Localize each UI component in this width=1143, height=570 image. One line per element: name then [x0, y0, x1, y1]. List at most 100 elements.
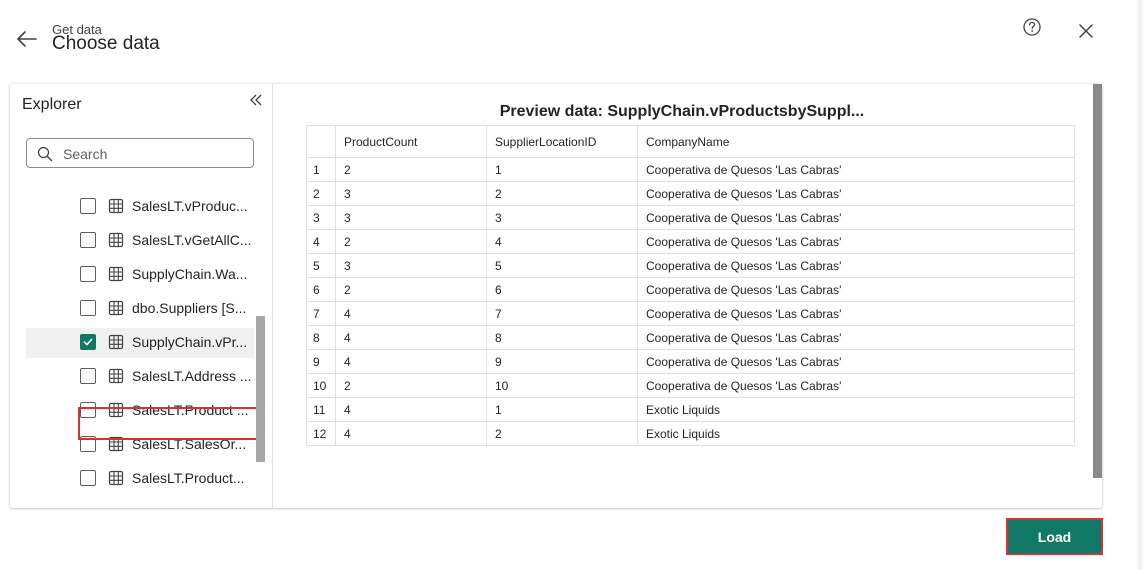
table-cell: 2	[335, 277, 487, 302]
table-cell: 2	[486, 181, 638, 206]
table-row: 8 4 8 Cooperativa de Quesos 'Las Cabras'	[306, 325, 1075, 350]
table-cell: Cooperativa de Quesos 'Las Cabras'	[637, 229, 1075, 254]
search-box[interactable]	[26, 138, 254, 168]
row-number: 9	[306, 349, 336, 374]
collapse-explorer-button[interactable]	[248, 92, 264, 108]
table-icon	[108, 334, 124, 350]
column-header: ProductCount	[335, 125, 487, 158]
table-cell: 5	[486, 253, 638, 278]
search-icon	[37, 146, 53, 162]
table-row: 3 3 3 Cooperativa de Quesos 'Las Cabras'	[306, 205, 1075, 230]
table-cell: 4	[335, 349, 487, 374]
double-chevron-left-icon	[250, 94, 262, 106]
table-cell: 8	[486, 325, 638, 350]
table-icon	[108, 198, 124, 214]
table-cell: Exotic Liquids	[637, 421, 1075, 446]
row-number: 10	[306, 373, 336, 398]
explorer-item[interactable]: SalesLT.Address ...	[26, 362, 254, 392]
item-checkbox[interactable]	[80, 368, 96, 384]
item-checkbox[interactable]	[80, 198, 96, 214]
close-icon	[1079, 24, 1093, 38]
preview-title: Preview data: SupplyChain.vProductsbySup…	[499, 103, 865, 120]
item-checkbox[interactable]	[80, 300, 96, 316]
search-input[interactable]	[61, 143, 245, 165]
item-checkbox[interactable]	[80, 334, 96, 350]
explorer-item[interactable]: SalesLT.vProduc...	[26, 192, 254, 222]
table-cell: 4	[335, 421, 487, 446]
table-cell: 3	[335, 253, 487, 278]
table-cell: 9	[486, 349, 638, 374]
explorer-item[interactable]: SupplyChain.vPr...	[26, 328, 254, 358]
explorer-item[interactable]: dbo.Suppliers [S...	[26, 294, 254, 324]
table-cell: 2	[335, 229, 487, 254]
preview-table: ProductCount SupplierLocationID CompanyNam…	[306, 125, 1075, 446]
table-header-row: ProductCount SupplierLocationID CompanyNam…	[306, 125, 1075, 158]
table-cell: 2	[486, 421, 638, 446]
explorer-pane: Explorer SalesLT.vProduc... SalesLT.vGetA…	[10, 84, 273, 508]
table-row: 9 4 9 Cooperativa de Quesos 'Las Cabras'	[306, 349, 1075, 374]
table-cell: 7	[486, 301, 638, 326]
arrow-left-icon	[17, 31, 37, 47]
table-cell: 10	[486, 373, 638, 398]
row-number: 4	[306, 229, 336, 254]
row-number: 8	[306, 325, 336, 350]
table-cell: Cooperativa de Quesos 'Las Cabras'	[637, 373, 1075, 398]
table-cell: 3	[335, 205, 487, 230]
row-number: 6	[306, 277, 336, 302]
close-button[interactable]	[1077, 22, 1095, 40]
table-cell: Cooperativa de Quesos 'Las Cabras'	[637, 157, 1075, 182]
item-checkbox[interactable]	[80, 266, 96, 282]
explorer-item[interactable]: SalesLT.Product...	[26, 464, 254, 494]
explorer-scrollbar[interactable]	[256, 316, 265, 462]
table-icon	[108, 368, 124, 384]
row-number: 11	[306, 397, 336, 422]
item-checkbox[interactable]	[80, 470, 96, 486]
table-row: 12 4 2 Exotic Liquids	[306, 421, 1075, 446]
table-icon	[108, 470, 124, 486]
table-row: 1 2 1 Cooperativa de Quesos 'Las Cabras'	[306, 157, 1075, 182]
table-cell: Cooperativa de Quesos 'Las Cabras'	[637, 349, 1075, 374]
preview-scrollbar[interactable]	[1093, 84, 1102, 478]
window-edge	[1137, 0, 1143, 570]
explorer-item[interactable]: SupplyChain.Wa...	[26, 260, 254, 290]
table-cell: Cooperativa de Quesos 'Las Cabras'	[637, 325, 1075, 350]
table-cell: Exotic Liquids	[637, 397, 1075, 422]
row-number-header	[306, 125, 336, 158]
explorer-item-label: SupplyChain.Wa...	[132, 266, 248, 282]
table-cell: Cooperativa de Quesos 'Las Cabras'	[637, 253, 1075, 278]
table-row: 10 2 10 Cooperativa de Quesos 'Las Cabras'	[306, 373, 1075, 398]
table-row: 5 3 5 Cooperativa de Quesos 'Las Cabras'	[306, 253, 1075, 278]
data-dialog-card: Explorer SalesLT.vProduc... SalesLT.vGetA…	[10, 84, 1102, 508]
table-cell: 4	[335, 301, 487, 326]
column-header: CompanyName	[637, 125, 1075, 158]
row-number: 3	[306, 205, 336, 230]
item-checkbox[interactable]	[80, 232, 96, 248]
help-button[interactable]	[1022, 17, 1042, 37]
table-icon	[108, 266, 124, 282]
explorer-item-label: SalesLT.Address ...	[132, 368, 252, 384]
load-button[interactable]: Load	[1008, 520, 1101, 553]
table-cell: 3	[335, 181, 487, 206]
table-cell: 4	[335, 325, 487, 350]
back-button[interactable]	[14, 28, 40, 50]
table-row: 7 4 7 Cooperativa de Quesos 'Las Cabras'	[306, 301, 1075, 326]
table-icon	[108, 232, 124, 248]
explorer-item-label: dbo.Suppliers [S...	[132, 300, 247, 316]
row-number: 2	[306, 181, 336, 206]
explorer-item-label: SupplyChain.vPr...	[132, 334, 248, 350]
explorer-item[interactable]: SalesLT.vGetAllC...	[26, 226, 254, 256]
table-cell: 4	[486, 229, 638, 254]
explorer-item-label: SalesLT.Product...	[132, 470, 245, 486]
selected-item-highlight	[78, 407, 258, 440]
table-cell: 1	[486, 157, 638, 182]
table-cell: Cooperativa de Quesos 'Las Cabras'	[637, 181, 1075, 206]
table-cell: 1	[486, 397, 638, 422]
table-row: 2 3 2 Cooperativa de Quesos 'Las Cabras'	[306, 181, 1075, 206]
row-number: 1	[306, 157, 336, 182]
table-cell: 6	[486, 277, 638, 302]
column-header: SupplierLocationID	[486, 125, 638, 158]
table-cell: 2	[335, 157, 487, 182]
table-icon	[108, 300, 124, 316]
table-cell: 3	[486, 205, 638, 230]
table-row: 4 2 4 Cooperativa de Quesos 'Las Cabras'	[306, 229, 1075, 254]
